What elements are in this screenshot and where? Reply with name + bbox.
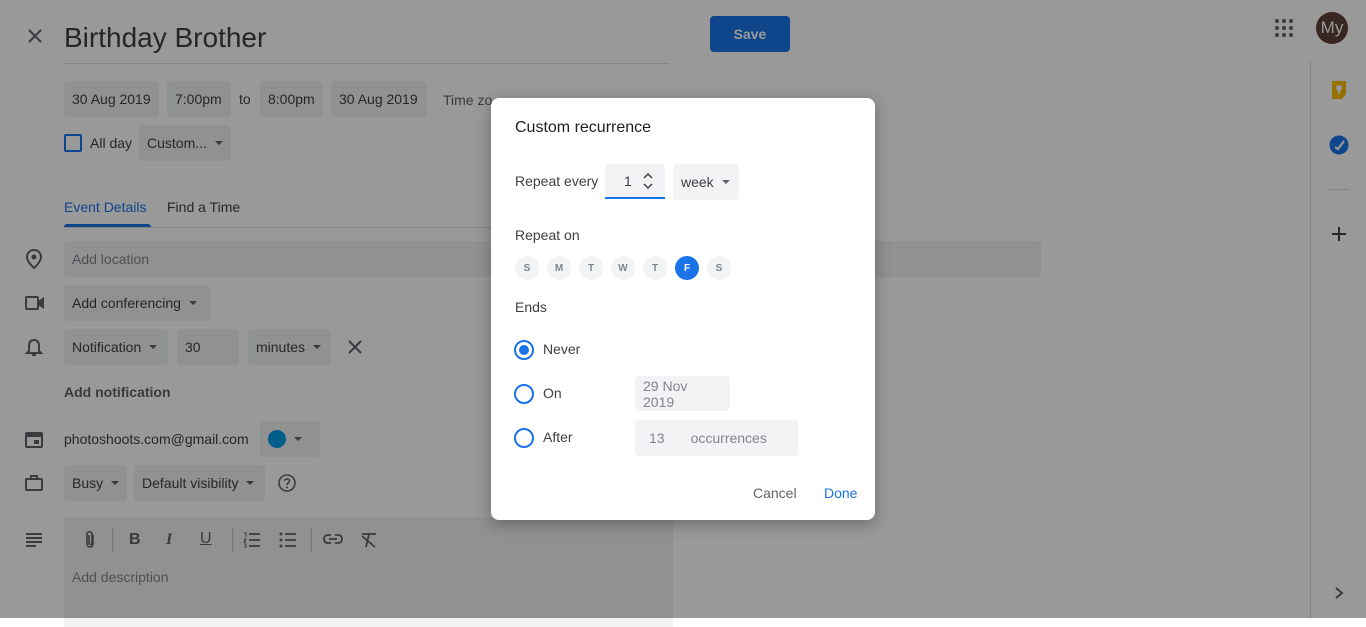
day-wednesday[interactable]: W: [611, 256, 635, 280]
chevron-down-icon: [721, 180, 730, 184]
custom-recurrence-dialog: Custom recurrence Repeat every 1 week Re…: [491, 98, 875, 520]
ends-after-count-value: 13: [649, 430, 665, 446]
repeat-interval-stepper[interactable]: 1: [605, 164, 665, 199]
done-button[interactable]: Done: [824, 485, 857, 501]
day-sunday[interactable]: S: [515, 256, 539, 280]
ends-on-date-value: 29 Nov 2019: [643, 377, 688, 410]
day-thursday[interactable]: T: [643, 256, 667, 280]
ends-never-label[interactable]: Never: [543, 341, 580, 357]
repeat-unit-value: week: [681, 174, 714, 190]
repeat-unit-select[interactable]: week: [673, 164, 739, 200]
repeat-on-label: Repeat on: [515, 227, 580, 243]
stepper-arrows-icon[interactable]: [643, 172, 653, 190]
repeat-interval-value: 1: [624, 173, 632, 189]
ends-on-date-field[interactable]: 29 Nov 2019: [635, 376, 730, 411]
dialog-title: Custom recurrence: [515, 119, 652, 136]
ends-label: Ends: [515, 299, 547, 315]
ends-after-label[interactable]: After: [543, 429, 573, 445]
ends-after-count-field[interactable]: 13 occurrences: [635, 420, 798, 456]
day-saturday[interactable]: S: [707, 256, 731, 280]
ends-on-label[interactable]: On: [543, 385, 562, 401]
ends-on-radio[interactable]: [514, 384, 534, 404]
day-monday[interactable]: M: [547, 256, 571, 280]
occurrences-label: occurrences: [690, 430, 767, 446]
day-tuesday[interactable]: T: [579, 256, 603, 280]
cancel-button[interactable]: Cancel: [753, 485, 797, 501]
ends-never-radio[interactable]: [514, 340, 534, 360]
day-friday[interactable]: F: [675, 256, 699, 280]
repeat-every-label: Repeat every: [515, 173, 599, 189]
ends-after-radio[interactable]: [514, 428, 534, 448]
